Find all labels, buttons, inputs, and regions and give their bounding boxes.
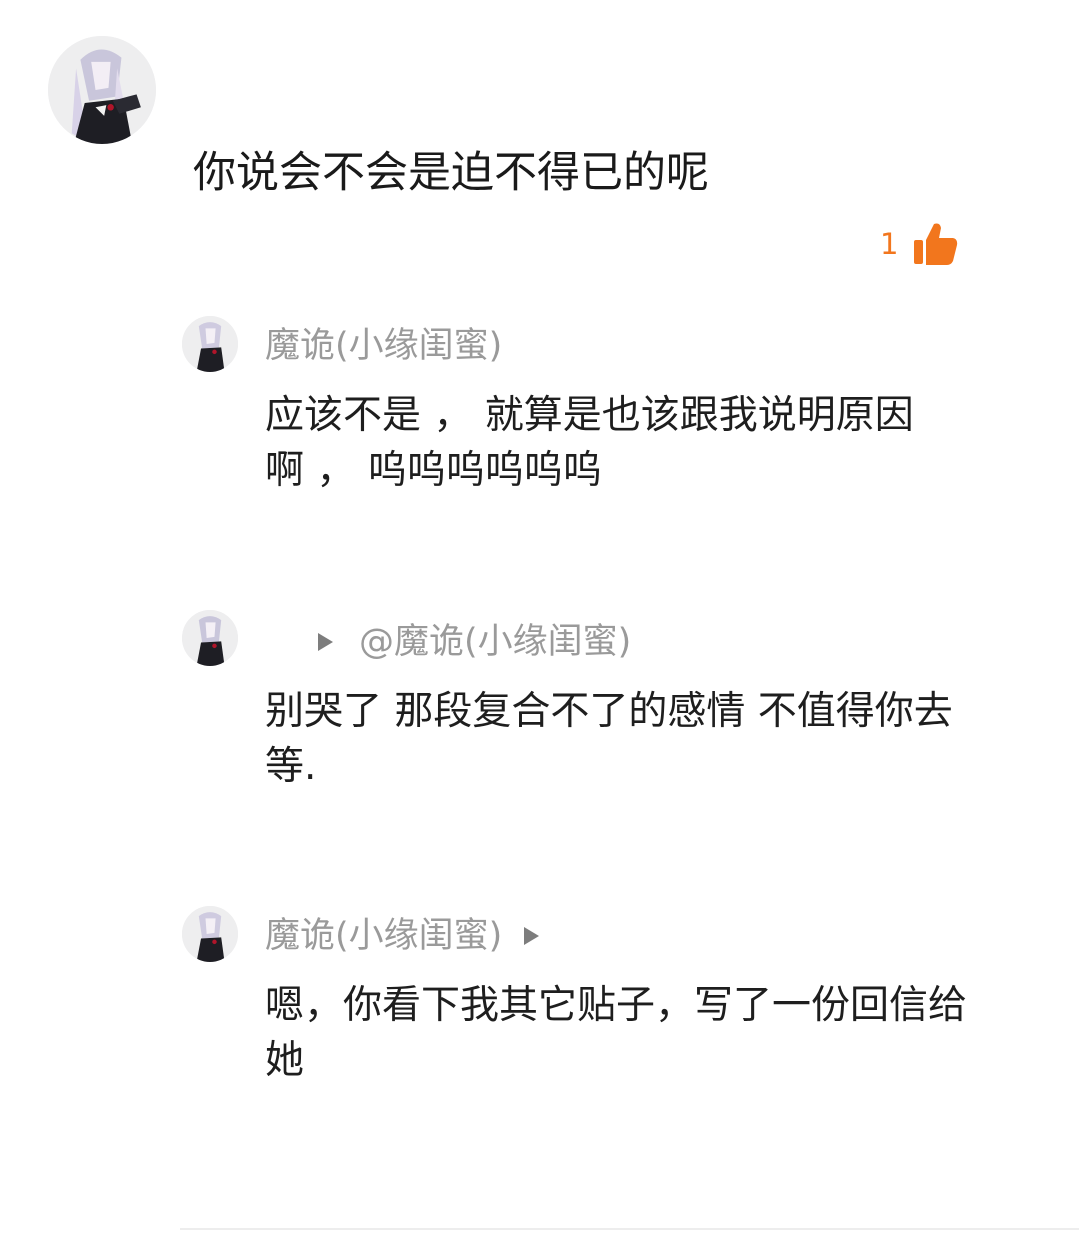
reply-avatar[interactable] (182, 610, 238, 666)
reply-author-line[interactable]: 魔诡(小缘闺蜜) (265, 912, 540, 960)
reply-text-line: 她 (265, 1038, 305, 1083)
reply-text: 别哭了 那段复合不了的感情 不值得你去 等. (265, 684, 1035, 794)
reply-text-line: 等. (265, 744, 317, 789)
reply-text: 应该不是 ， 就算是也该跟我说明原因 啊 ， 呜呜呜呜呜呜 (265, 388, 1035, 498)
reply-author-name[interactable]: 魔诡(小缘闺蜜) (265, 912, 502, 960)
reply-arrow-icon (318, 633, 333, 651)
reply-text-line: 啊 ， 呜呜呜呜呜呜 (265, 448, 602, 493)
reply-text-line: 别哭了 那段复合不了的感情 不值得你去 (265, 689, 953, 734)
main-comment-text: 你说会不会是迫不得已的呢 (193, 148, 709, 198)
reply-text-line: 应该不是 ， 就算是也该跟我说明原因 (265, 393, 914, 438)
divider (180, 1228, 1079, 1230)
reply-to-line[interactable]: @魔诡(小缘闺蜜) (318, 618, 631, 666)
anime-avatar-image (182, 610, 238, 666)
reply-author-name[interactable]: 魔诡(小缘闺蜜) (265, 322, 502, 370)
anime-avatar-image (182, 316, 238, 372)
reply-avatar[interactable] (182, 906, 238, 962)
reply-text: 嗯，你看下我其它贴子，写了一份回信给 她 (265, 978, 1035, 1088)
like-count: 1 (880, 227, 899, 261)
like-button[interactable]: 1 (880, 216, 960, 272)
thumbs-up-icon[interactable] (912, 220, 960, 268)
reply-avatar[interactable] (182, 316, 238, 372)
reply-to-mention[interactable]: @魔诡(小缘闺蜜) (359, 618, 631, 666)
reply-text-line: 嗯，你看下我其它贴子，写了一份回信给 (265, 983, 968, 1028)
reply-arrow-icon (524, 927, 540, 945)
anime-avatar-image (182, 906, 238, 962)
main-comment-avatar[interactable] (48, 36, 156, 144)
anime-avatar-image (48, 36, 156, 144)
